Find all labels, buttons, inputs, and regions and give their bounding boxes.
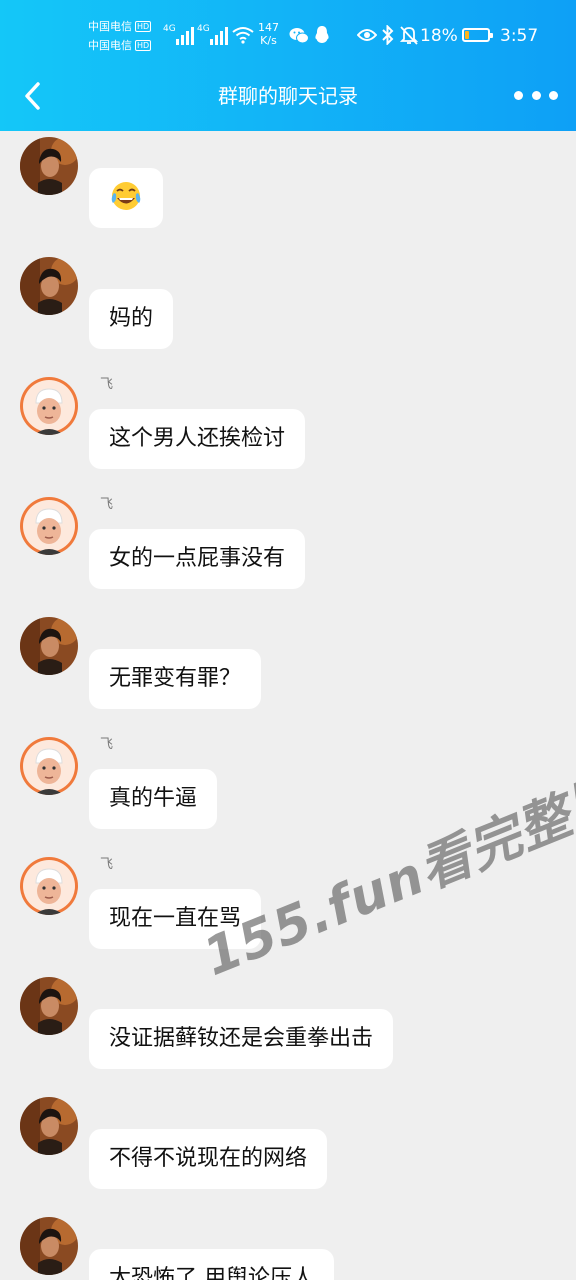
battery-icon: [462, 28, 493, 42]
message-bubble[interactable]: 不得不说现在的网络: [89, 1129, 328, 1189]
tears-of-joy-emoji-icon: [111, 182, 141, 210]
status-clock: 3:57: [500, 26, 539, 46]
list-item: 飞 女的一点屁事没有: [0, 486, 576, 606]
message-bubble[interactable]: 妈的: [89, 289, 174, 349]
chat-history-list[interactable]: 妈的 飞 这个男人还挨检讨 飞 女的一点屁事没有 无罪变有罪？ 飞 真的牛逼 飞…: [0, 131, 576, 1280]
hd-badge-2: HD: [135, 40, 152, 51]
sender-name: 飞: [100, 737, 114, 752]
list-item: 太恐怖了 用舆论压人: [0, 1206, 576, 1280]
sender-name: 飞: [100, 857, 114, 872]
avatar[interactable]: [20, 737, 78, 795]
message-bubble[interactable]: 女的一点屁事没有: [89, 529, 306, 589]
qq-icon: [315, 26, 329, 43]
carrier-2: 中国电信 HD: [88, 39, 152, 52]
wechat-icon: [289, 28, 309, 44]
page-title: 群聊的聊天记录: [218, 84, 358, 108]
message-bubble[interactable]: 真的牛逼: [89, 769, 218, 829]
eye-icon: [357, 29, 377, 41]
avatar[interactable]: [20, 1217, 78, 1275]
list-item: 不得不说现在的网络: [0, 1086, 576, 1206]
mute-icon: [400, 26, 418, 45]
more-dots-icon[interactable]: [514, 84, 558, 106]
signal-icon: [176, 27, 194, 45]
battery-level: [465, 31, 469, 39]
carrier-1: 中国电信 HD: [88, 20, 152, 33]
message-bubble[interactable]: [89, 168, 163, 228]
top-header: 中国电信 HD 中国电信 HD 4G 4G 147 K/s 18% 3:57 群…: [0, 0, 576, 131]
avatar[interactable]: [20, 857, 78, 915]
hd-badge-1: HD: [135, 21, 152, 32]
bluetooth-icon: [382, 25, 394, 45]
list-item: 妈的: [0, 246, 576, 366]
avatar[interactable]: [20, 257, 78, 315]
list-item: 飞 这个男人还挨检讨: [0, 366, 576, 486]
list-item: 无罪变有罪？: [0, 606, 576, 726]
sender-name: 飞: [100, 497, 114, 512]
avatar[interactable]: [20, 1097, 78, 1155]
wifi-icon: [232, 27, 254, 44]
sender-name: 飞: [100, 377, 114, 392]
battery-percent: 18%: [420, 26, 458, 46]
signal-icon: [210, 27, 228, 45]
avatar[interactable]: [20, 977, 78, 1035]
network-type-2: 4G: [197, 24, 210, 34]
message-bubble[interactable]: 太恐怖了 用舆论压人: [89, 1249, 334, 1280]
avatar[interactable]: [20, 377, 78, 435]
network-speed: 147 K/s: [258, 21, 279, 47]
network-type-1: 4G: [163, 24, 176, 34]
avatar[interactable]: [20, 137, 78, 195]
avatar[interactable]: [20, 497, 78, 555]
list-item: [0, 131, 576, 246]
list-item: 没证据藓钕还是会重拳出击: [0, 966, 576, 1086]
message-bubble[interactable]: 没证据藓钕还是会重拳出击: [89, 1009, 394, 1069]
status-bar: 中国电信 HD 中国电信 HD 4G 4G 147 K/s 18% 3:57: [0, 0, 576, 72]
avatar[interactable]: [20, 617, 78, 675]
message-bubble[interactable]: 这个男人还挨检讨: [89, 409, 306, 469]
message-bubble[interactable]: 无罪变有罪？: [89, 649, 262, 709]
